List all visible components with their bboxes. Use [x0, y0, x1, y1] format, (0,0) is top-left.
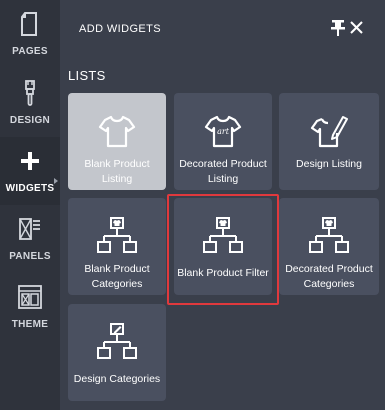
- brush-icon: [25, 80, 35, 106]
- widget-label: Design Listing: [296, 158, 362, 170]
- widget-label: Decorated Product Listing: [179, 158, 267, 185]
- sidebar-item-label: WIDGETS: [5, 183, 55, 194]
- widget-blank-product-categories[interactable]: Blank Product Categories: [68, 198, 166, 295]
- sidebar-item-label: PAGES: [12, 46, 48, 57]
- widget-design-listing[interactable]: Design Listing: [279, 93, 379, 190]
- widget-label: Blank Product Categories: [84, 263, 150, 290]
- sidebar-item-label: DESIGN: [9, 115, 51, 126]
- widget-design-categories[interactable]: Design Categories: [68, 304, 166, 401]
- sidebar-item-panels[interactable]: PANELS: [0, 205, 60, 273]
- sidebar-item-design[interactable]: DESIGN: [0, 69, 60, 137]
- sidebar-item-label: PANELS: [9, 251, 51, 262]
- widget-label: Design Categories: [73, 373, 161, 385]
- category-tree-icon: [203, 217, 243, 253]
- page-icon: [21, 12, 37, 36]
- sidebar-item-widgets[interactable]: WIDGETS: [0, 137, 60, 205]
- panels-icon: [19, 218, 40, 240]
- theme-icon: [18, 285, 42, 309]
- close-icon[interactable]: [350, 21, 363, 34]
- widget-label: Blank Product Listing: [84, 158, 150, 185]
- design-tree-icon: [97, 323, 137, 359]
- widget-label: Decorated Product Categories: [285, 263, 373, 290]
- category-tree-icon: [309, 217, 349, 253]
- pin-icon[interactable]: [331, 20, 345, 36]
- category-tree-icon: [97, 217, 137, 253]
- widget-decorated-product-categories[interactable]: Decorated Product Categories: [279, 198, 379, 295]
- sidebar-item-theme[interactable]: THEME: [0, 273, 60, 341]
- tshirt-pen-icon: [310, 116, 348, 148]
- app-window: PAGES DESIGN WIDGETS PANELS THEME ADD WI…: [0, 0, 385, 410]
- section-title-lists: LISTS: [68, 68, 106, 83]
- tshirt-art-icon: art: [204, 115, 242, 148]
- widget-blank-product-listing[interactable]: Blank Product Listing: [68, 93, 166, 190]
- tshirt-art-text: art: [217, 127, 230, 136]
- panel-title: ADD WIDGETS: [79, 23, 162, 35]
- tshirt-icon: [98, 115, 136, 148]
- widget-label: Blank Product Filter: [177, 267, 269, 279]
- panel-header: ADD WIDGETS: [60, 0, 385, 56]
- sidebar-item-pages[interactable]: PAGES: [0, 0, 60, 68]
- plus-icon: [21, 152, 39, 170]
- sidebar-item-label: THEME: [11, 319, 49, 330]
- widget-blank-product-filter[interactable]: Blank Product Filter: [174, 198, 272, 295]
- widget-decorated-product-listing[interactable]: art Decorated Product Listing: [174, 93, 272, 190]
- sidebar: PAGES DESIGN WIDGETS PANELS THEME: [0, 0, 60, 410]
